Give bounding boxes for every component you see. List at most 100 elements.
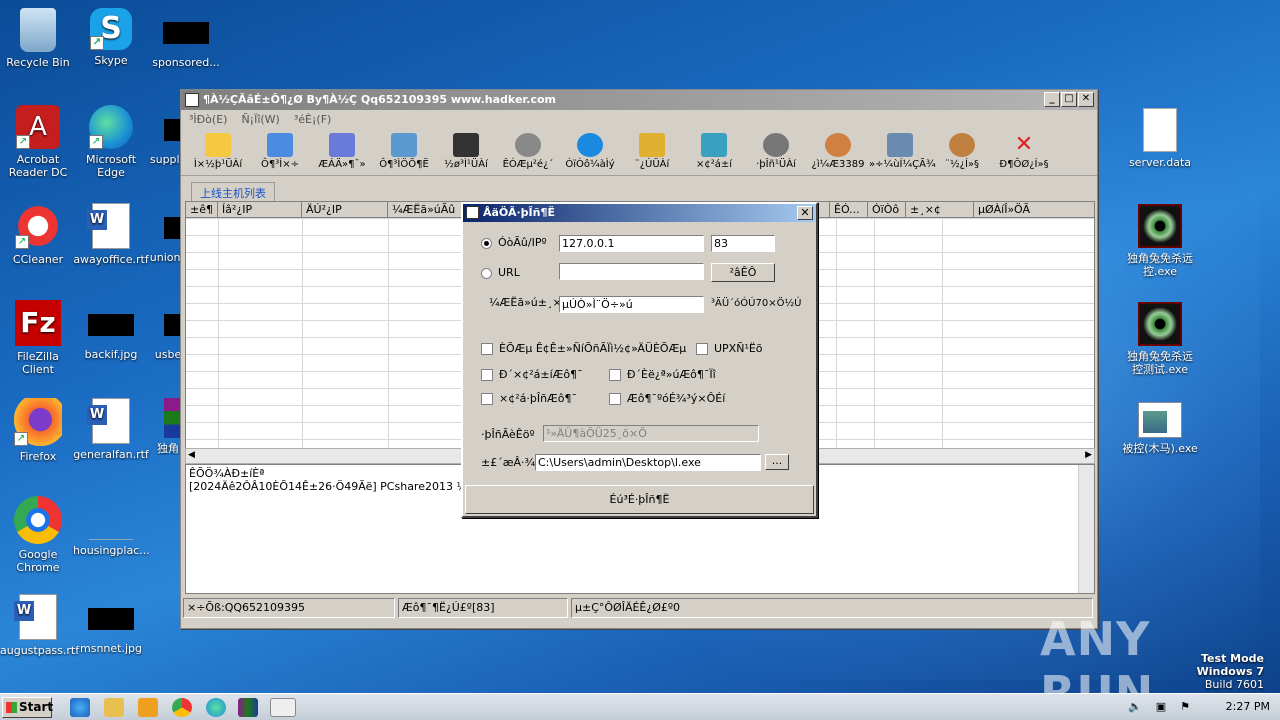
taskbar-clock[interactable]: 2:27 PM (1226, 700, 1270, 713)
webcam-icon (515, 133, 541, 157)
menu-extract[interactable]: ³éÈ¡(F) (294, 110, 331, 130)
generate-server-button[interactable]: Éú³É·þÎñ¶Ë (465, 485, 814, 514)
process-icon (453, 133, 479, 157)
start-button[interactable]: Start (2, 697, 53, 718)
windows-watermark: Test Mode Windows 7 Build 7601 (1196, 652, 1264, 691)
status-author: ×÷Õß:QQ652109395 (183, 598, 395, 618)
app-taskbar-icon[interactable] (270, 698, 296, 717)
desktop-icon-generalfan[interactable]: W generalfan.rtf (73, 398, 149, 461)
column-header[interactable]: ±¸×¢ (906, 202, 974, 217)
ie-icon[interactable] (70, 698, 90, 717)
desktop-icon-dujiao-test-exe[interactable]: 独角兔免杀远控测试.exe (1122, 302, 1198, 376)
close-button[interactable]: ✕ (1078, 92, 1094, 107)
desktop-icon-recycle-bin[interactable]: Recycle Bin (0, 8, 76, 69)
phone-icon (577, 133, 603, 157)
checkbox-upx[interactable]: UPXÑ¹Ëõ (696, 342, 763, 355)
word-doc-icon: W (14, 594, 57, 640)
browse-button[interactable]: ... (765, 454, 789, 470)
winrar-taskbar-icon[interactable] (238, 698, 258, 717)
menu-options[interactable]: Ñ¡Ïî(W) (241, 110, 279, 130)
window-titlebar[interactable]: ¶À½ÇÃâÉ±Ô¶¿Ø By¶À½Ç Qq652109395 www.hadk… (181, 90, 1097, 110)
app-icon (185, 93, 199, 107)
checkbox-registry-startup[interactable]: Ð´×¢²á±íÆô¶¯ (481, 368, 583, 381)
desktop-icon-msnnet[interactable]: msnnet.jpg (73, 594, 149, 655)
desktop-icon-firefox[interactable]: ↗ Firefox (0, 398, 76, 463)
column-header[interactable]: ÊÓ... (830, 202, 868, 217)
toolbar-button-video[interactable]: ÊÓÆµ²é¿´ (497, 130, 559, 175)
blank-file-icon (1143, 108, 1177, 152)
toolbar-button-download[interactable]: »÷¼ùÍ¼ÇÃ¾ (869, 130, 936, 175)
toolbar-button-registry[interactable]: ×¢²á±í (683, 130, 745, 175)
toolbar-button-clients[interactable]: ¨½¿Í»§ (931, 130, 993, 175)
toolbar-button-3389[interactable]: ¿ì¼Æ3389 (807, 130, 869, 175)
checkbox-service-startup[interactable]: ×¢²á·þÎñÆô¶¯ (481, 392, 577, 405)
url-radio[interactable]: URL (481, 266, 520, 279)
dialog-titlebar[interactable]: ÅäÖÃ·þÎñ¶Ë ✕ (463, 204, 816, 222)
scroll-right-icon[interactable]: ▶ (1085, 450, 1092, 460)
toolbar-button-services[interactable]: ·þÎñ¹ÜÀí (745, 130, 807, 175)
name-label: ¼ÆËã»ú±¸×¢ (489, 296, 569, 309)
flag-icon[interactable]: ⚑ (1178, 700, 1192, 714)
ip-input[interactable]: 127.0.0.1 (559, 235, 704, 252)
speaker-icon[interactable]: 🔈 (1128, 700, 1142, 714)
network-icon[interactable]: ▣ (1154, 700, 1168, 714)
taskbar: Start 🔈 ▣ ⚑ 2:27 PM (0, 693, 1280, 720)
desktop-icon-server-data[interactable]: server.data (1122, 108, 1198, 169)
desktop-icon-awayoffice[interactable]: W awayoffice.rtf (73, 203, 149, 266)
scroll-left-icon[interactable]: ◀ (188, 450, 195, 460)
dialog-close-button[interactable]: ✕ (797, 206, 813, 220)
checkbox-icon (609, 393, 621, 405)
media-player-icon[interactable] (138, 698, 158, 717)
column-header[interactable]: µØÀíÎ»ÖÃ (974, 202, 1092, 217)
desktop-icon-backif[interactable]: backif.jpg (73, 300, 149, 361)
desktop-icon-ccleaner[interactable]: ↗ CCleaner (0, 203, 76, 266)
toolbar-button-files[interactable]: Ì×½þ¹ÜÀí (187, 130, 249, 175)
tab-online-hosts[interactable]: 上线主机列表 (191, 182, 275, 203)
checkbox-self-delete[interactable]: Æô¶¯ºóÉ¾³ý×ÔÉí (609, 392, 725, 405)
minimize-button[interactable]: _ (1044, 92, 1060, 107)
status-bar: ×÷Õß:QQ652109395 Æô¶¯¶Ë¿Ú£º[83] µ±Ç°ÔØÎÄ… (183, 598, 1095, 618)
service-desc-input[interactable]: ¹»ÄÜ¶àÖÜ25¸ö×Ö (543, 425, 759, 442)
window-icon (639, 133, 665, 157)
checkbox-row-1[interactable]: ÈÕÆµ Ê¢Ê±»ÑíÕñÃÏì½¢»ÄÜÈÕÆµ (481, 342, 686, 355)
winrar-icon (164, 398, 180, 438)
desktop-icon-sponsored[interactable]: sponsored... (148, 8, 224, 69)
redacted-icon (88, 314, 134, 336)
desktop-icon-edge[interactable]: ↗ Microsoft Edge (73, 105, 149, 179)
filezilla-icon: Fz (15, 300, 61, 346)
save-path-input[interactable]: C:\Users\admin\Desktop\l.exe (535, 454, 761, 471)
desktop-icon-trojan-exe[interactable]: 被控(木马).exe (1122, 402, 1198, 455)
toolbar-button-window[interactable]: ¨¿ÚÜÀí (621, 130, 683, 175)
url-input[interactable] (559, 263, 704, 280)
chrome-taskbar-icon[interactable] (172, 698, 192, 717)
toolbar-button-process[interactable]: ½ø³Ì¹ÜÀí (435, 130, 497, 175)
maximize-button[interactable]: □ (1061, 92, 1077, 107)
desktop-icon-acrobat[interactable]: A ↗ Acrobat Reader DC (0, 105, 76, 179)
toolbar-button-screen[interactable]: ÆÁÄ»¶¯»­ (311, 130, 373, 175)
port-input[interactable]: 83 (711, 235, 775, 252)
desktop-icon-skype[interactable]: S ↗ Skype (73, 8, 149, 67)
test-button[interactable]: ²âÊÔ (711, 263, 775, 282)
toolbar-button-audio[interactable]: ÓïÒô¼àÌý (559, 130, 621, 175)
column-header[interactable]: ÓïÒô (868, 202, 906, 217)
column-header[interactable]: ¼ÆËã»úÃû (388, 202, 468, 217)
column-header[interactable]: ±ê¶ (186, 202, 218, 217)
edge-taskbar-icon[interactable] (206, 698, 226, 717)
column-header[interactable]: ÄÚ²¿IP (302, 202, 388, 217)
column-header[interactable]: Íâ²¿IP (218, 202, 302, 217)
desktop-icon-housingplac[interactable]: housingplac... (73, 496, 150, 557)
toolbar-button-remote[interactable]: Ô¶³Ì×÷ (249, 130, 311, 175)
desktop-icon-chrome[interactable]: Google Chrome (0, 496, 76, 574)
menu-program[interactable]: ³ÌÐò(E) (189, 110, 227, 130)
desktop-icon-dujiao-exe[interactable]: 独角兔免杀远控.exe (1122, 204, 1198, 278)
toolbar-button-terminal[interactable]: Ô¶³ÌÖÕ¶Ë (373, 130, 435, 175)
explorer-icon[interactable] (104, 698, 124, 717)
vertical-scrollbar[interactable] (1078, 465, 1094, 593)
desktop-icon-filezilla[interactable]: Fz FileZilla Client (0, 300, 76, 376)
name-input[interactable]: µÚÒ»Ì¨Ö÷»ú (559, 296, 704, 313)
acrobat-icon: A ↗ (16, 105, 60, 149)
ip-radio[interactable]: ÓòÃû/IPº (481, 236, 547, 249)
toolbar-button-uninstall[interactable]: ✕ Ð¶ÔØ¿Í»§ (993, 130, 1055, 175)
checkbox-boot-startup[interactable]: Ð´Èë¿ª»úÆô¶¯Ïî (609, 368, 716, 381)
desktop-icon-augustpass[interactable]: W augustpass.rtf (0, 594, 79, 657)
